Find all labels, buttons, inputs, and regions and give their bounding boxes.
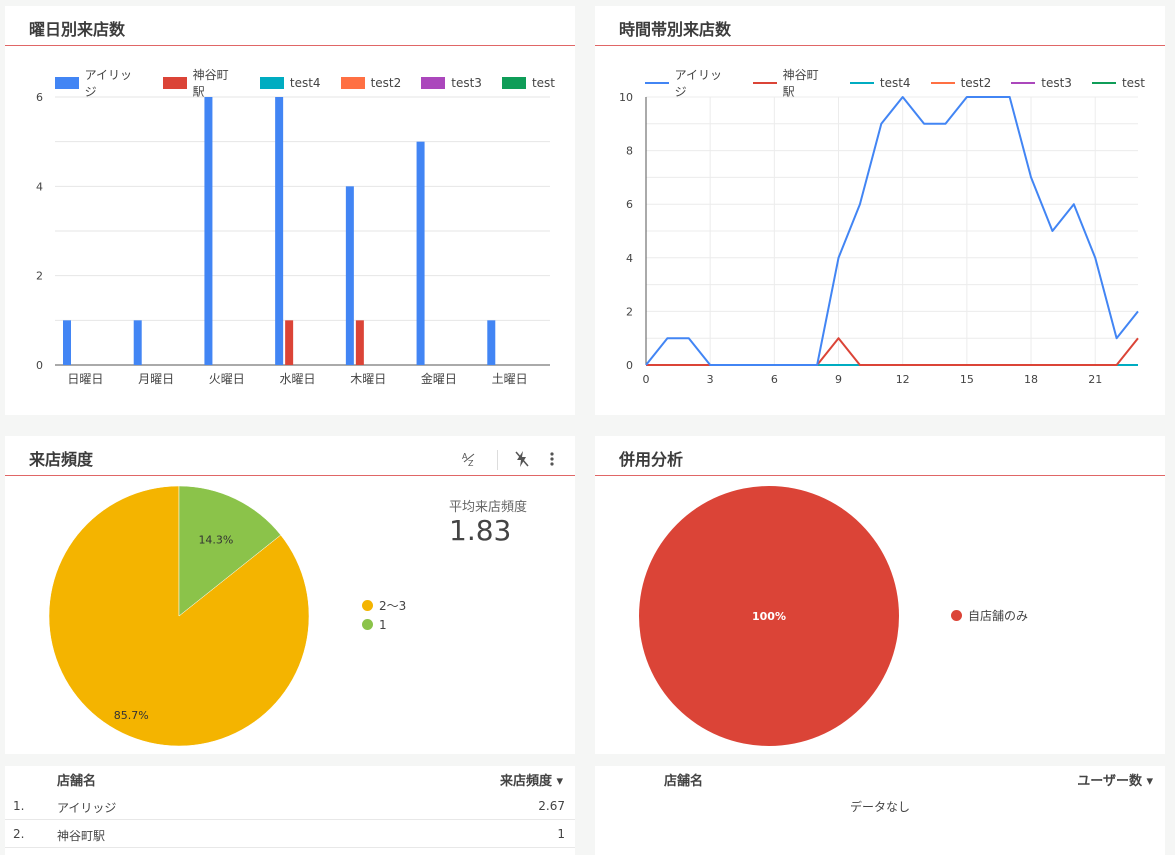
bar[interactable] bbox=[355, 320, 364, 365]
slice-label: 14.3% bbox=[198, 533, 233, 546]
column-header-users[interactable]: ユーザー数 ▾ bbox=[1077, 770, 1153, 789]
x-tick-label: 火曜日 bbox=[209, 372, 245, 386]
legend-label: 1 bbox=[379, 617, 387, 632]
x-tick-label: 15 bbox=[960, 373, 974, 386]
bar[interactable] bbox=[63, 320, 71, 365]
y-tick-label: 4 bbox=[626, 252, 633, 265]
table-header: 店舗名 ユーザー数 ▾ bbox=[595, 766, 1165, 790]
x-tick-label: 月曜日 bbox=[138, 372, 174, 386]
x-tick-label: 木曜日 bbox=[350, 372, 386, 386]
series-line[interactable] bbox=[646, 337, 1139, 366]
hourly-panel: 時間帯別来店数 アイリッジ 神谷町駅 test4 test2 test3 test 036… bbox=[595, 6, 1165, 415]
column-header-frequency[interactable]: 来店頻度 ▾ bbox=[500, 770, 563, 789]
y-tick-label: 10 bbox=[619, 91, 633, 104]
x-tick-label: 18 bbox=[1024, 373, 1038, 386]
legend-swatch bbox=[362, 619, 373, 630]
x-tick-label: 0 bbox=[643, 373, 650, 386]
legend-item[interactable]: 自店舗のみ bbox=[951, 606, 1028, 625]
slice-label: 100% bbox=[752, 610, 786, 623]
bar[interactable] bbox=[204, 97, 213, 365]
y-tick-label: 2 bbox=[36, 270, 43, 283]
x-tick-label: 土曜日 bbox=[492, 372, 528, 386]
slice-label: 85.7% bbox=[114, 709, 149, 722]
x-tick-label: 3 bbox=[707, 373, 714, 386]
table-row[interactable]: 2. 神谷町駅 1 bbox=[5, 820, 575, 848]
cross-panel: 併用分析 100% 自店舗のみ bbox=[595, 436, 1165, 754]
table-header: 店舗名 来店頻度 ▾ bbox=[5, 766, 575, 790]
legend-item[interactable]: 2〜3 bbox=[362, 596, 406, 615]
bar[interactable] bbox=[275, 97, 284, 365]
empty-state-text: データなし bbox=[849, 800, 910, 814]
users-table: 店舗名 ユーザー数 ▾ データなし bbox=[595, 766, 1165, 855]
y-tick-label: 6 bbox=[626, 198, 633, 211]
cross-legend: 自店舗のみ bbox=[951, 606, 1028, 625]
x-tick-label: 金曜日 bbox=[421, 371, 457, 386]
bar[interactable] bbox=[345, 186, 354, 365]
frequency-pie-chart: 85.7% 14.3% bbox=[48, 485, 310, 747]
hourly-line-chart: 0 3 6 9 12 15 18 21 0 2 4 6 8 10 bbox=[619, 91, 1139, 386]
y-tick-label: 0 bbox=[626, 359, 633, 372]
bar[interactable] bbox=[285, 320, 294, 365]
row-frequency-value: 2.67 bbox=[538, 799, 565, 813]
table-row[interactable]: 1. アイリッジ 2.67 bbox=[5, 792, 575, 820]
x-tick-label: 水曜日 bbox=[279, 372, 315, 386]
x-tick-label: 9 bbox=[835, 373, 842, 386]
weekday-bar-chart: 0 2 4 6 日曜日 月曜日 火曜日 水曜日 木曜日 金曜日 土曜日 bbox=[36, 91, 550, 386]
legend-swatch bbox=[362, 600, 373, 611]
bar[interactable] bbox=[487, 320, 496, 365]
legend-label: 自店舗のみ bbox=[968, 609, 1029, 623]
frequency-panel: 来店頻度 A Z 85.7% 14.3% 平均来店頻度 1.83 2〜3 1 bbox=[5, 436, 575, 754]
legend-label: 2〜3 bbox=[379, 599, 407, 613]
row-frequency-value: 1 bbox=[557, 827, 565, 841]
y-tick-label: 4 bbox=[36, 180, 43, 193]
legend-item[interactable]: 1 bbox=[362, 615, 406, 634]
x-tick-label: 21 bbox=[1088, 373, 1102, 386]
row-store-name: アイリッジ bbox=[57, 801, 117, 815]
weekday-panel: 曜日別来店数 アイリッジ 神谷町駅 test4 test2 test3 test 0246… bbox=[5, 6, 575, 415]
y-tick-label: 6 bbox=[36, 91, 43, 104]
column-header-store[interactable]: 店舗名 bbox=[57, 770, 96, 789]
y-tick-label: 8 bbox=[626, 145, 633, 158]
x-tick-label: 日曜日 bbox=[67, 372, 103, 386]
y-tick-label: 0 bbox=[36, 359, 43, 372]
avg-frequency-value: 1.83 bbox=[449, 514, 512, 547]
row-store-name: 神谷町駅 bbox=[57, 829, 106, 843]
x-tick-label: 6 bbox=[771, 373, 778, 386]
bar[interactable] bbox=[416, 141, 425, 365]
x-tick-label: 12 bbox=[896, 373, 910, 386]
row-index: 2. bbox=[13, 827, 25, 841]
cross-pie-chart: 100% bbox=[639, 486, 899, 746]
y-tick-label: 2 bbox=[626, 305, 633, 318]
legend-swatch bbox=[951, 610, 962, 621]
frequency-table: 店舗名 来店頻度 ▾ 1. アイリッジ 2.67 2. 神谷町駅 1 bbox=[5, 766, 575, 855]
row-index: 1. bbox=[13, 799, 25, 813]
frequency-legend: 2〜3 1 bbox=[362, 596, 406, 634]
column-header-store[interactable]: 店舗名 bbox=[664, 770, 703, 789]
bar[interactable] bbox=[133, 320, 142, 365]
avg-frequency-label: 平均来店頻度 bbox=[449, 500, 528, 515]
